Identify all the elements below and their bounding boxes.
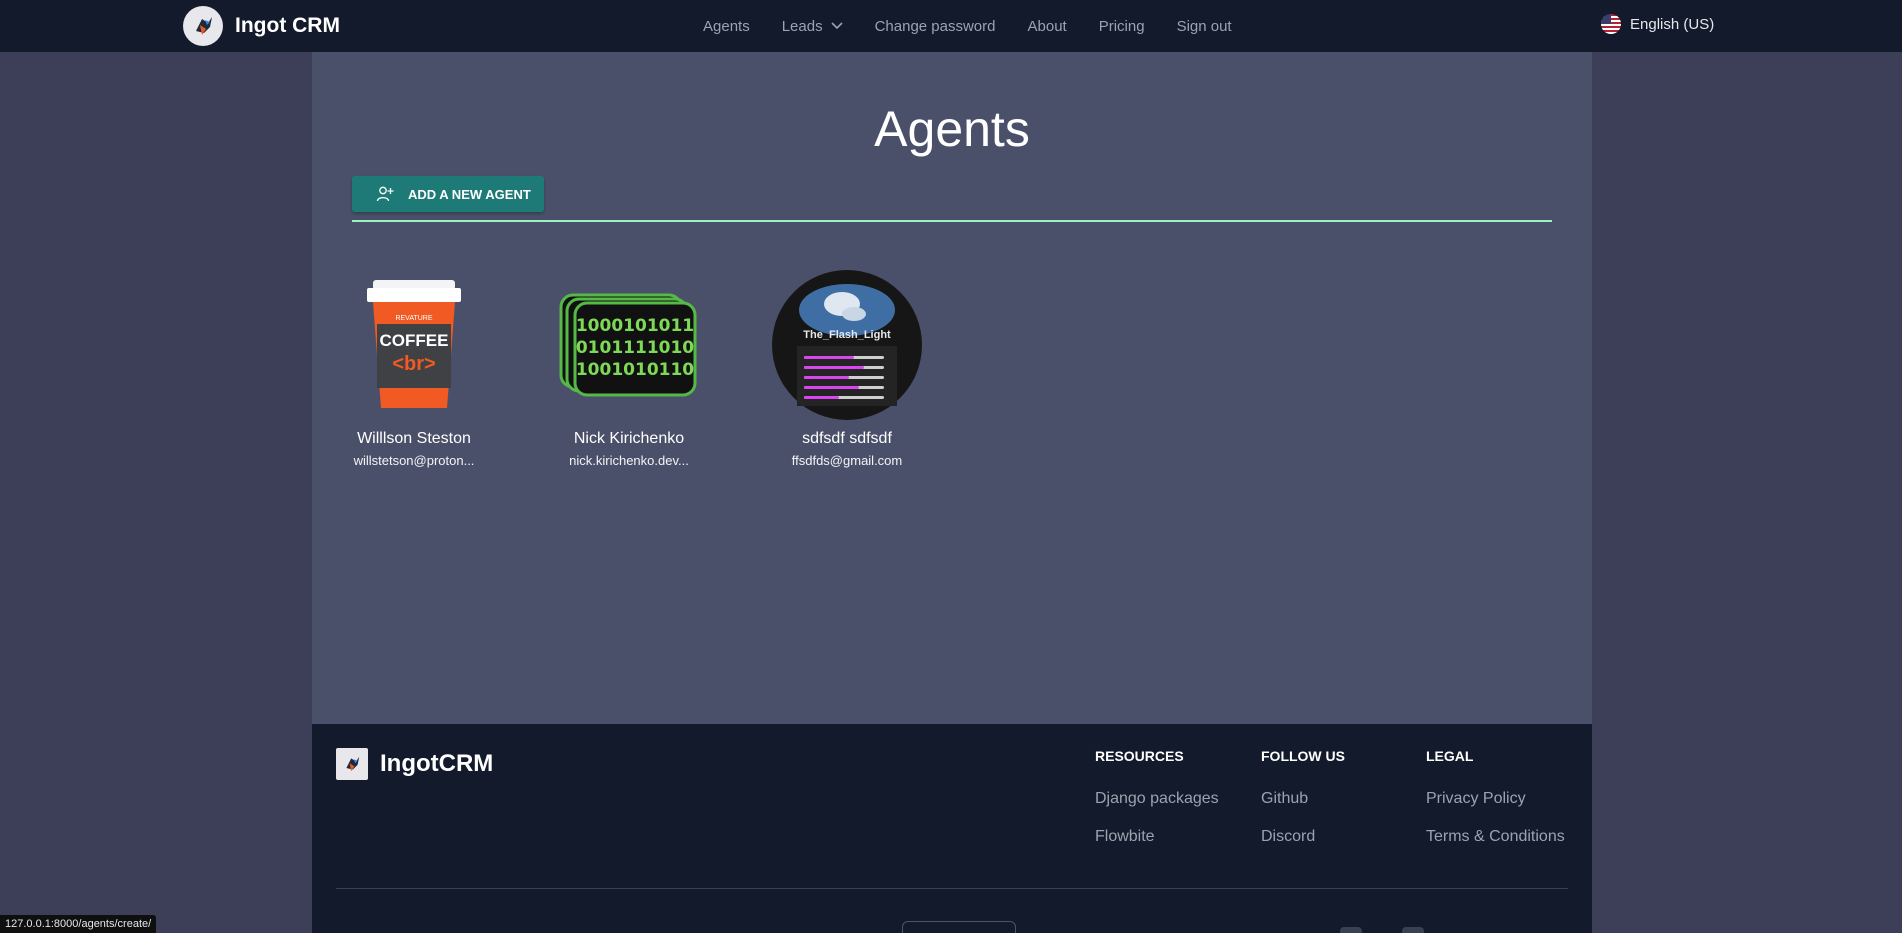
footer-brand-name: IngotCRM — [380, 750, 494, 777]
nav-leads-dropdown[interactable]: Leads — [782, 18, 843, 35]
footer-column-resources: RESOURCES Django packages Flowbite — [1095, 748, 1219, 846]
footer-column-title: RESOURCES — [1095, 748, 1184, 764]
status-bar-url: 127.0.0.1:8000/agents/create/ — [0, 915, 157, 933]
us-flag-icon — [1601, 14, 1621, 34]
agent-card[interactable]: REVATURE COFFEE <br> Willlson Steston wi… — [339, 270, 489, 468]
footer-column-title: LEGAL — [1426, 748, 1474, 764]
agent-name: sdfsdf sdfsdf — [802, 430, 892, 447]
brand-name: Ingot CRM — [235, 14, 340, 37]
site-footer: IngotCRM RESOURCES Django packages Flowb… — [312, 724, 1592, 933]
binary-line-3: 1001010110 — [576, 360, 694, 380]
agent-name: Nick Kirichenko — [573, 430, 685, 447]
footer-link-privacy-policy[interactable]: Privacy Policy — [1426, 790, 1565, 808]
add-user-icon — [376, 186, 394, 202]
footer-brand-link[interactable]: IngotCRM — [336, 748, 493, 780]
add-agent-label: ADD A NEW AGENT — [408, 186, 531, 202]
brand-link[interactable]: Ingot CRM — [183, 6, 340, 46]
footer-link-django-packages[interactable]: Django packages — [1095, 790, 1219, 808]
binary-line-1: 1000101011 — [576, 316, 694, 336]
footer-button[interactable] — [902, 921, 1016, 933]
social-icon[interactable] — [1340, 927, 1362, 933]
footer-divider — [336, 888, 1568, 889]
agent-email: willstetson@proton... — [353, 453, 475, 468]
agent-card[interactable]: The_Flash_Light sdfsdf sdfsdf ffsdfds@gm… — [772, 270, 922, 468]
footer-link-flowbite[interactable]: Flowbite — [1095, 828, 1219, 846]
language-label: English (US) — [1630, 15, 1715, 33]
agents-panel: Agents ADD A NEW AGENT REVATURE COFFEE <… — [312, 52, 1592, 724]
nav-pricing[interactable]: Pricing — [1099, 18, 1145, 35]
coffee-tag-text: <br> — [392, 353, 435, 375]
section-divider — [352, 220, 1552, 222]
add-agent-button[interactable]: ADD A NEW AGENT — [352, 176, 544, 212]
main-nav: Agents Leads Change password About Prici… — [703, 0, 1232, 52]
footer-logo-icon — [336, 748, 368, 780]
nav-agents[interactable]: Agents — [703, 18, 750, 35]
nav-leads-label: Leads — [781, 17, 823, 35]
agent-card[interactable]: 1000101011 0101111010 1001010110 Nick Ki… — [554, 270, 704, 468]
language-selector[interactable]: English (US) — [1601, 14, 1714, 34]
agent-avatar-binary: 1000101011 0101111010 1001010110 — [554, 270, 704, 420]
agent-name: Willlson Steston — [357, 430, 471, 447]
nav-about[interactable]: About — [1028, 18, 1067, 35]
footer-link-terms[interactable]: Terms & Conditions — [1426, 828, 1565, 846]
nav-sign-out[interactable]: Sign out — [1177, 18, 1232, 35]
flash-caption: The_Flash_Light — [803, 329, 891, 341]
binary-line-2: 0101111010 — [576, 338, 694, 358]
coffee-brand-text: REVATURE — [395, 315, 432, 322]
page-title: Agents — [874, 101, 1030, 157]
brand-logo-icon — [183, 6, 223, 46]
footer-column-follow-us: FOLLOW US Github Discord — [1261, 748, 1345, 846]
nav-change-password[interactable]: Change password — [875, 18, 996, 35]
footer-column-legal: LEGAL Privacy Policy Terms & Conditions — [1426, 748, 1565, 846]
footer-link-github[interactable]: Github — [1261, 790, 1345, 808]
chevron-down-icon — [831, 22, 843, 30]
agent-email: ffsdfds@gmail.com — [791, 453, 903, 468]
agent-avatar-coffee: REVATURE COFFEE <br> — [339, 270, 489, 420]
footer-link-discord[interactable]: Discord — [1261, 828, 1345, 846]
footer-column-title: FOLLOW US — [1261, 748, 1345, 764]
social-icon[interactable] — [1402, 927, 1424, 933]
agent-email: nick.kirichenko.dev... — [569, 453, 689, 468]
agent-avatar-flash: The_Flash_Light — [772, 270, 922, 420]
coffee-word-text: COFFEE — [380, 331, 449, 350]
top-navbar: Ingot CRM Agents Leads Change password A… — [0, 0, 1902, 52]
